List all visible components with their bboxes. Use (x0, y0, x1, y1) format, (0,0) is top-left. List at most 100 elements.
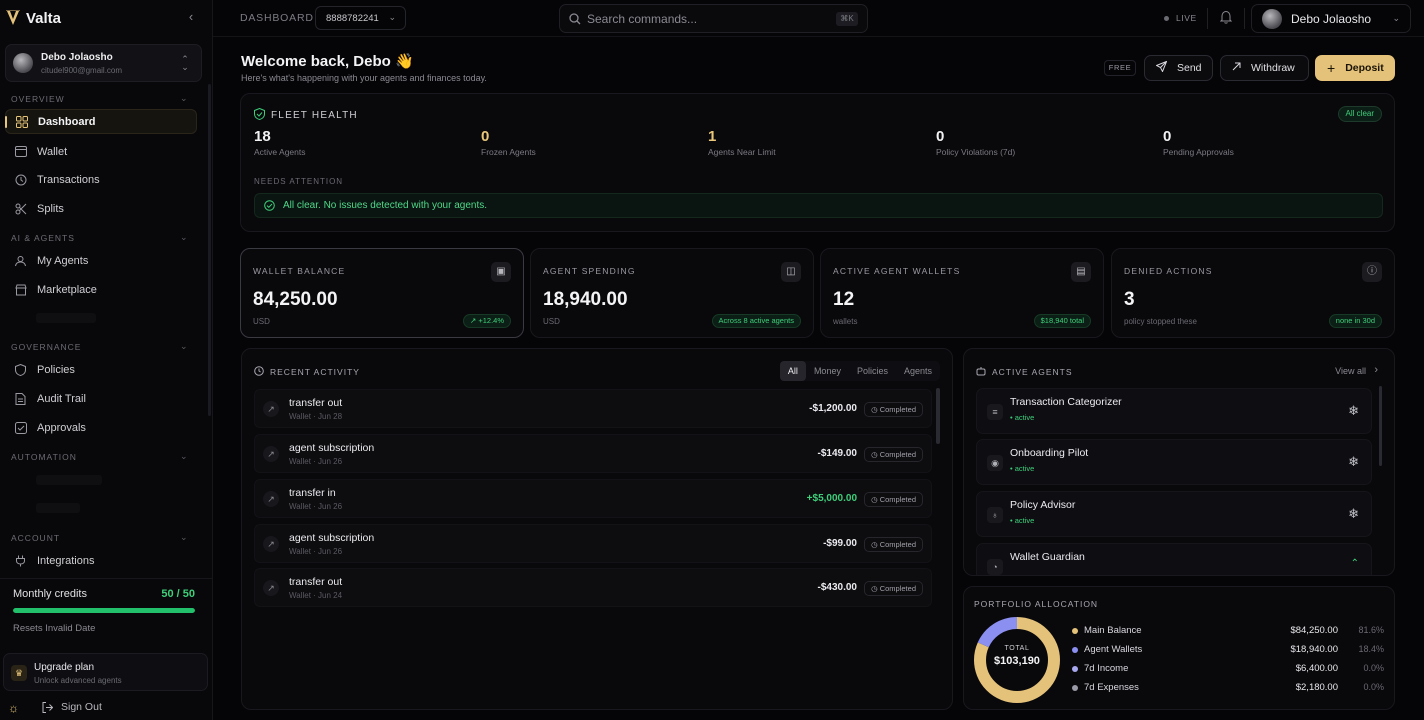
divider (1207, 8, 1208, 29)
tab-policies[interactable]: Policies (849, 361, 896, 381)
search-shortcut: ⌘K (836, 12, 858, 26)
sidebar-item-marketplace[interactable]: Marketplace (5, 277, 197, 302)
lightbulb-icon: ♁ (987, 507, 1003, 523)
sidebar-scrollbar[interactable] (208, 84, 211, 416)
snowflake-icon[interactable]: ❄ (1348, 403, 1359, 419)
info-icon: ⓘ (1362, 262, 1382, 282)
activity-subtitle: Wallet · Jun 24 (289, 591, 343, 600)
agents-scrollbar[interactable] (1379, 386, 1382, 466)
status-text: Completed (879, 540, 916, 549)
sidebar-item-splits[interactable]: Splits (5, 196, 197, 221)
send-button[interactable]: Send (1144, 55, 1213, 81)
section-ai-agents: AI & AGENTS (11, 233, 75, 243)
sidebar-item-approvals[interactable]: Approvals (5, 415, 197, 440)
table-row[interactable]: ↗ transfer out Wallet · Jun 24 -$430.00 … (254, 568, 932, 607)
sidebar-item-dashboard[interactable]: Dashboard (5, 109, 197, 134)
chevron-down-icon[interactable]: ⌄ (180, 232, 188, 243)
activity-amount: -$1,200.00 (809, 403, 857, 414)
sidebar-item-my-agents[interactable]: My Agents (5, 248, 197, 273)
fleet-health-panel: FLEET HEALTH All clear 18 Active Agents … (240, 93, 1395, 232)
workspace-switcher[interactable]: Debo Jolaosho citudel900@gmail.com ⌃ ⌄ (5, 44, 202, 82)
legend-item: 7d Expenses $2,180.00 0.0% (1072, 682, 1384, 696)
chevron-down-icon[interactable]: ⌄ (180, 451, 188, 462)
chevron-down-icon: ⌄ (388, 12, 396, 22)
kpi-denied-actions[interactable]: DENIED ACTIONS ⓘ 3 policy stopped these … (1111, 248, 1395, 338)
live-label: LIVE (1176, 13, 1197, 23)
sidebar-item-audit-trail[interactable]: Audit Trail (5, 386, 197, 411)
send-label: Send (1177, 62, 1202, 74)
stat-label: Active Agents (254, 147, 306, 157)
credits-progress-fill (13, 608, 195, 613)
chevron-down-icon[interactable]: ⌄ (180, 93, 188, 104)
bell-icon[interactable] (1219, 10, 1233, 29)
credits-reset: Resets Invalid Date (13, 623, 96, 634)
upgrade-plan-card[interactable]: ♛ Upgrade plan Unlock advanced agents (3, 653, 208, 691)
kpi-value: 84,250.00 (253, 289, 338, 310)
table-row[interactable]: ↗ agent subscription Wallet · Jun 26 -$1… (254, 434, 932, 473)
chevron-up-icon[interactable]: ⌃ (1351, 558, 1359, 569)
stat-value: 18 (254, 128, 271, 145)
chevron-down-icon[interactable]: ⌄ (180, 341, 188, 352)
kpi-label: WALLET BALANCE (253, 266, 346, 276)
valta-logo-icon (6, 10, 20, 26)
table-row[interactable]: ↗ transfer in Wallet · Jun 26 +$5,000.00… (254, 479, 932, 518)
arrow-up-right-icon (1232, 62, 1241, 74)
sign-out-button[interactable]: Sign Out (42, 701, 102, 713)
list-item[interactable]: ◉ Onboarding Pilot • active ❄ (976, 439, 1372, 485)
snowflake-icon[interactable]: ❄ (1348, 506, 1359, 522)
search-input[interactable] (587, 11, 817, 27)
chevron-down-icon[interactable]: ⌄ (180, 532, 188, 543)
legend-dot (1072, 685, 1078, 691)
wallet-icon (14, 145, 27, 158)
chevron-right-icon[interactable]: › (1374, 364, 1378, 376)
theme-toggle-sun-icon[interactable]: ☼ (8, 701, 19, 715)
kpi-agent-spending[interactable]: AGENT SPENDING ◫ 18,940.00 USD Across 8 … (530, 248, 814, 338)
kpi-label: ACTIVE AGENT WALLETS (833, 266, 961, 276)
table-row[interactable]: ↗ agent subscription Wallet · Jun 26 -$9… (254, 524, 932, 563)
sidebar-item-wallet[interactable]: Wallet (5, 139, 197, 164)
legend-percent: 0.0% (1363, 682, 1384, 692)
user-email: citudel900@gmail.com (41, 66, 123, 75)
activity-scrollbar[interactable] (936, 388, 940, 444)
sign-out-icon (42, 701, 53, 713)
shield-check-icon (254, 107, 265, 123)
arrow-up-right-icon: ↗ (263, 491, 279, 507)
list-item[interactable]: ◔ Wallet Guardian ⌃ (976, 543, 1372, 575)
document-icon (14, 392, 27, 405)
fleet-health-title: FLEET HEALTH (271, 110, 358, 121)
sidebar-item-integrations[interactable]: Integrations (5, 548, 197, 573)
table-row[interactable]: ↗ transfer out Wallet · Jun 28 -$1,200.0… (254, 389, 932, 428)
legend-value: $84,250.00 (1290, 625, 1338, 636)
sidebar-item-policies[interactable]: Policies (5, 357, 197, 382)
status-text: Completed (879, 495, 916, 504)
command-search[interactable]: ⌘K (559, 4, 868, 33)
snowflake-icon[interactable]: ❄ (1348, 454, 1359, 470)
account-selector[interactable]: 8888782241 ⌄ (315, 6, 406, 30)
user-menu[interactable]: Debo Jolaosho ⌄ (1251, 4, 1411, 33)
breadcrumb: DASHBOARD (240, 12, 314, 24)
kpi-active-agent-wallets[interactable]: ACTIVE AGENT WALLETS ▤ 12 wallets $18,94… (820, 248, 1104, 338)
tab-all[interactable]: All (779, 361, 806, 381)
store-icon (14, 283, 27, 296)
view-all-link[interactable]: View all (1335, 366, 1366, 376)
tab-agents[interactable]: Agents (896, 361, 940, 381)
bot-icon (976, 366, 986, 378)
list-item[interactable]: ♁ Policy Advisor • active ❄ (976, 491, 1372, 537)
list-item[interactable]: ≡ Transaction Categorizer • active ❄ (976, 388, 1372, 434)
brand[interactable]: Valta (6, 8, 61, 28)
withdraw-button[interactable]: Withdraw (1220, 55, 1309, 81)
deposit-button[interactable]: + Deposit (1315, 55, 1395, 81)
agent-name: Onboarding Pilot (1010, 447, 1089, 459)
portfolio-donut-chart: TOTAL $103,190 (972, 615, 1062, 705)
sidebar-item-transactions[interactable]: Transactions (5, 167, 197, 192)
fleet-health-header: FLEET HEALTH (254, 107, 358, 123)
activity-subtitle: Wallet · Jun 26 (289, 502, 343, 511)
sidebar: Valta ‹ Debo Jolaosho citudel900@gmail.c… (0, 0, 213, 720)
legend-value: $6,400.00 (1295, 663, 1338, 674)
stat-value: 0 (936, 128, 945, 145)
activity-amount: +$5,000.00 (806, 493, 857, 504)
collapse-sidebar-icon[interactable]: ‹ (183, 9, 199, 25)
kpi-wallet-balance[interactable]: WALLET BALANCE ▣ 84,250.00 USD ↗ +12.4% (240, 248, 524, 338)
tab-money[interactable]: Money (806, 361, 849, 381)
kpi-label: DENIED ACTIONS (1124, 266, 1213, 276)
